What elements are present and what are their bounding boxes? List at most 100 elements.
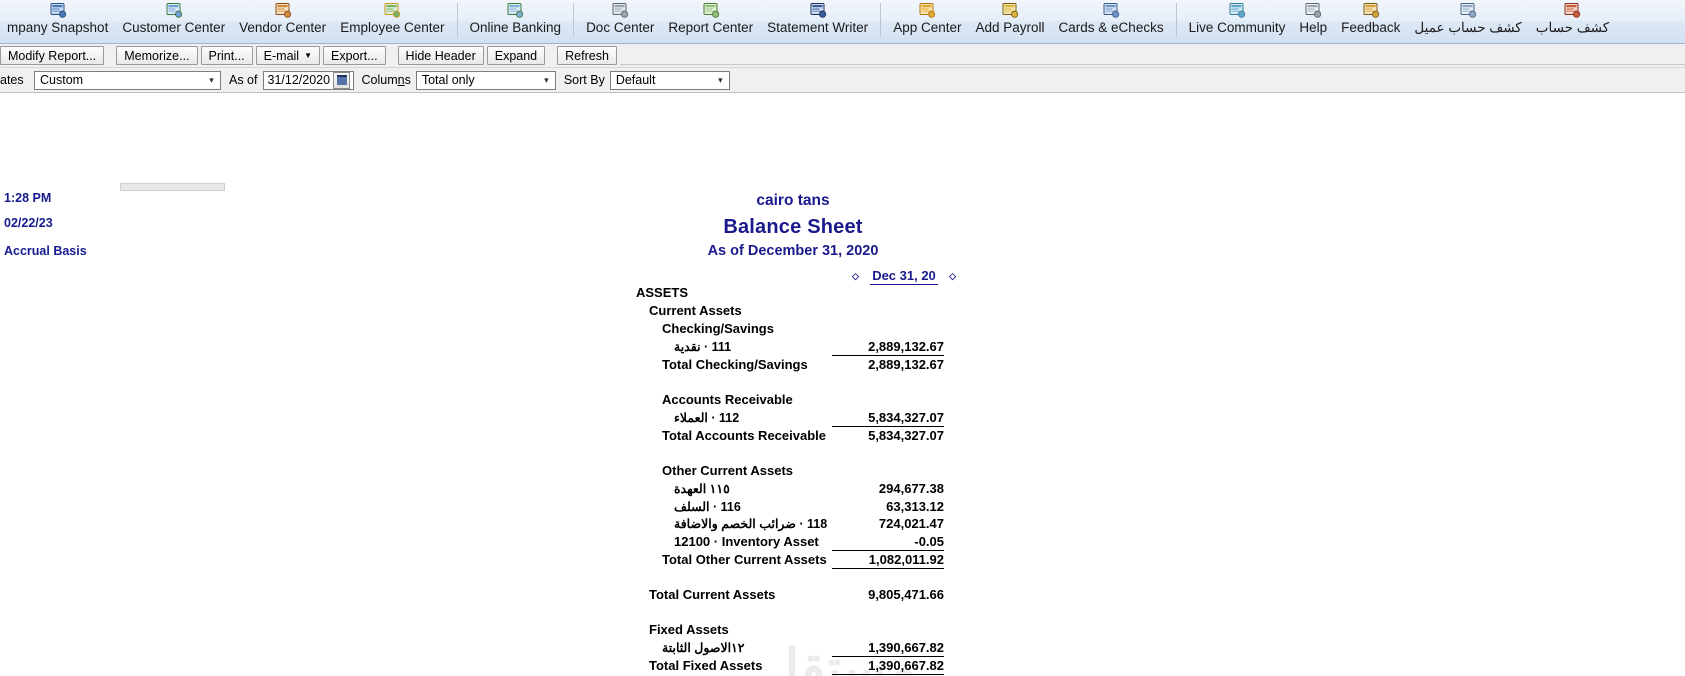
snapshot-icon xyxy=(49,2,67,19)
toolbar-item-app-center[interactable]: App Center xyxy=(886,0,968,43)
toolbar-item-label: Help xyxy=(1299,20,1328,35)
toolbar-item-employee-center[interactable]: Employee Center xyxy=(333,0,451,43)
hide-header-button[interactable]: Hide Header xyxy=(397,46,484,65)
toolbar-item-snapshot[interactable]: mpany Snapshot xyxy=(0,0,115,43)
row-118-daraib[interactable]: 118 · ضرائب الخصم والاضافة 724,021.47 xyxy=(0,515,1000,533)
row-116-salaf[interactable]: 116 · السلف 63,313.12 xyxy=(0,498,1000,516)
row-total-current-assets[interactable]: Total Current Assets 9,805,471.66 xyxy=(0,586,1000,604)
collapse-diamond-left-icon[interactable]: ◇ xyxy=(852,272,859,281)
toolbar-item-label: Vendor Center xyxy=(239,20,327,35)
report-canvas: 1:28 PM 02/22/23 Accrual Basis cairo tan… xyxy=(0,93,1685,676)
toolbar-item-doc-center[interactable]: Doc Center xyxy=(579,0,661,43)
toolbar-item-live-community[interactable]: Live Community xyxy=(1182,0,1293,43)
toolbar-item-online-banking[interactable]: Online Banking xyxy=(463,0,569,43)
modify-report-button[interactable]: Modify Report... xyxy=(0,46,105,65)
row-amount: -0.05 xyxy=(832,533,944,551)
row-label: 12100 · Inventory Asset xyxy=(674,534,819,549)
calendar-icon[interactable] xyxy=(333,71,351,89)
print-button[interactable]: Print... xyxy=(200,46,253,65)
report-title: Balance Sheet xyxy=(723,216,863,238)
toolbar-item-report-center[interactable]: Report Center xyxy=(661,0,760,43)
export-button[interactable]: Export... xyxy=(323,46,386,65)
chevron-down-icon: ▾ xyxy=(209,74,214,85)
dates-select[interactable]: Custom ▾ xyxy=(34,70,221,90)
row-label: 118 · ضرائب الخصم والاضافة xyxy=(674,517,828,531)
asof-date-field[interactable]: 31/12/2020 xyxy=(262,70,354,90)
row-checking-savings[interactable]: Checking/Savings xyxy=(0,320,1000,338)
row-12-fixed-assets-ar[interactable]: ١٢الاصول الثابتة 1,390,667.82 xyxy=(0,639,1000,657)
row-115-ohda[interactable]: ١١٥ العهدة 294,677.38 xyxy=(0,480,1000,498)
toolbar-item-feedback[interactable]: Feedback xyxy=(1334,0,1407,43)
cards-echecks-icon xyxy=(1102,2,1120,19)
dates-label: ates xyxy=(0,73,24,87)
toolbar-item-cards-echecks[interactable]: Cards & eChecks xyxy=(1052,0,1171,43)
row-other-current-assets[interactable]: Other Current Assets xyxy=(0,462,1000,480)
row-12100-inventory-asset[interactable]: 12100 · Inventory Asset -0.05 xyxy=(0,533,1000,551)
row-current-assets[interactable]: Current Assets xyxy=(0,302,1000,320)
row-label: Current Assets xyxy=(649,303,742,318)
toolbar-item-label: App Center xyxy=(893,20,962,35)
chevron-down-icon[interactable]: ▼ xyxy=(304,51,312,60)
button-label: E-mail xyxy=(263,48,300,63)
row-label: Total Other Current Assets xyxy=(662,552,827,567)
row-fixed-assets[interactable]: Fixed Assets xyxy=(0,621,1000,639)
expand-button[interactable]: Expand xyxy=(486,46,546,65)
toolbar-item-label: Add Payroll xyxy=(975,20,1045,35)
row-total-checking-savings[interactable]: Total Checking/Savings 2,889,132.67 xyxy=(0,356,1000,374)
row-accounts-receivable[interactable]: Accounts Receivable xyxy=(0,391,1000,409)
row-label: Total Accounts Receivable xyxy=(662,428,826,443)
toolbar-item-help[interactable]: Help xyxy=(1292,0,1334,43)
row-111-naqdiya[interactable]: 111 · نقدية 2,889,132.67 xyxy=(0,338,1000,356)
row-label: ١١٥ العهدة xyxy=(674,482,730,496)
feedback-icon xyxy=(1362,2,1380,19)
doc-center-icon xyxy=(611,2,629,19)
row-amount: 5,834,327.07 xyxy=(868,428,944,443)
toolbar-item-account-statement[interactable]: كشف حساب xyxy=(1529,0,1616,43)
toolbar-item-customer-center[interactable]: Customer Center xyxy=(115,0,232,43)
row-label: 111 · نقدية xyxy=(674,340,732,354)
sortby-label: Sort By xyxy=(563,73,605,87)
row-amount: 2,889,132.67 xyxy=(832,338,944,356)
collapse-diamond-right-icon[interactable]: ◇ xyxy=(949,272,956,281)
row-amount: 294,677.38 xyxy=(878,481,944,496)
row-total-other-current-assets[interactable]: Total Other Current Assets 1,082,011.92 xyxy=(0,551,1000,569)
report-as-of: As of December 31, 2020 xyxy=(707,243,879,259)
row-assets[interactable]: ASSETS xyxy=(0,284,1000,302)
row-amount: 1,390,667.82 xyxy=(832,657,944,675)
add-payroll-icon xyxy=(1001,2,1019,19)
toolbar-separator xyxy=(880,3,882,37)
toolbar-item-label: Employee Center xyxy=(340,20,445,35)
column-header-label: Dec 31, 20 xyxy=(870,268,938,285)
button-label: Hide Header xyxy=(405,48,476,63)
asof-date-value: 31/12/2020 xyxy=(267,73,331,87)
main-icon-toolbar: mpany Snapshot Customer Center Vendor Cent… xyxy=(0,0,1685,44)
row-amount: 9,805,471.66 xyxy=(868,587,944,602)
toolbar-item-add-payroll[interactable]: Add Payroll xyxy=(968,0,1051,43)
row-112-omalaa[interactable]: 112 · العملاء 5,834,327.07 xyxy=(0,409,1000,427)
button-label: Modify Report... xyxy=(8,48,97,63)
button-label: Print... xyxy=(208,48,245,63)
row-amount: 1,390,667.82 xyxy=(832,639,944,657)
scroll-indicator[interactable] xyxy=(120,183,225,191)
row-label: Checking/Savings xyxy=(662,321,774,336)
report-button-toolbar: Modify Report... Memorize... Print... E-mai… xyxy=(0,44,1685,68)
sortby-select[interactable]: Default ▾ xyxy=(609,70,730,90)
app-center-icon xyxy=(918,2,936,19)
toolbar-item-customer-statement[interactable]: كشف حساب عميل xyxy=(1407,0,1528,43)
row-amount: 63,313.12 xyxy=(886,499,944,514)
company-name: cairo tans xyxy=(756,192,830,209)
customer-statement-icon xyxy=(1459,2,1477,19)
toolbar-item-statement-writer[interactable]: Statement Writer xyxy=(760,0,875,43)
button-label: Memorize... xyxy=(124,48,190,63)
refresh-button[interactable]: Refresh xyxy=(557,46,617,65)
memorize-button[interactable]: Memorize... xyxy=(116,46,198,65)
online-banking-icon xyxy=(506,2,524,19)
sortby-select-value: Default xyxy=(615,73,656,87)
columns-label: Columns xyxy=(361,73,411,87)
row-total-accounts-receivable[interactable]: Total Accounts Receivable 5,834,327.07 xyxy=(0,427,1000,445)
toolbar-item-vendor-center[interactable]: Vendor Center xyxy=(232,0,333,43)
row-total-fixed-assets[interactable]: Total Fixed Assets 1,390,667.82 xyxy=(0,657,1000,675)
columns-select[interactable]: Total only ▾ xyxy=(415,70,556,90)
email-button[interactable]: E-mail ▼ xyxy=(255,46,320,65)
button-label: Export... xyxy=(331,48,378,63)
